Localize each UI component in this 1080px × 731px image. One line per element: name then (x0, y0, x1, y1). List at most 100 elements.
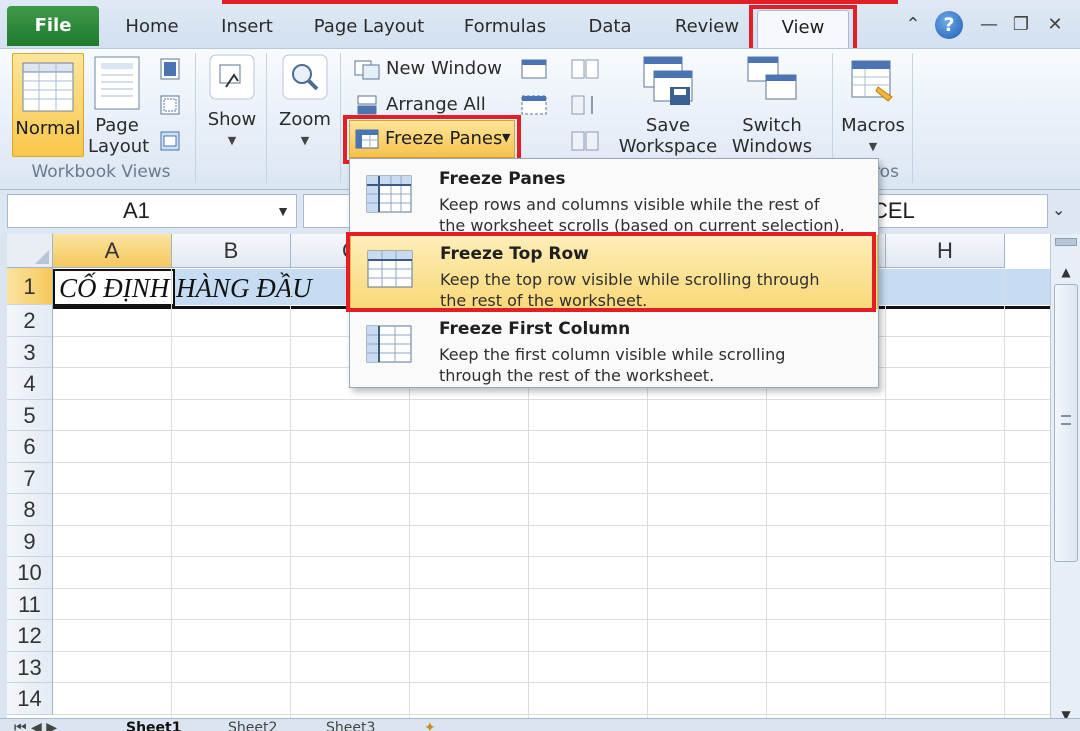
new-window-button[interactable]: New Window (354, 56, 502, 82)
normal-view-button[interactable]: Normal (12, 53, 84, 157)
name-box-value: A1 (123, 198, 150, 223)
tab-review[interactable]: Review (664, 12, 750, 42)
help-icon[interactable]: ? (935, 11, 963, 39)
page-layout-icon (94, 56, 140, 110)
hide-window-icon[interactable] (520, 93, 548, 117)
select-all-corner[interactable] (7, 234, 53, 268)
zoom-icon (282, 54, 328, 100)
save-workspace-button[interactable]: Save Workspace (618, 53, 718, 157)
sheet-nav-icon[interactable]: ⏮ ◀ ▶ (14, 721, 57, 731)
expand-formula-bar-icon[interactable]: ⌄ (1052, 200, 1065, 219)
full-screen-icon[interactable] (158, 129, 182, 153)
active-cell-border (53, 269, 175, 306)
restore-icon[interactable]: ❐ (1008, 12, 1034, 38)
arrange-all-icon (357, 95, 377, 115)
row-header[interactable]: 11 (7, 588, 53, 620)
sheet-tab-1[interactable]: Sheet1 (126, 721, 181, 731)
page-layout-view-button[interactable]: Page Layout (88, 55, 150, 157)
desc-line: through the rest of the worksheet. (439, 366, 715, 385)
tab-page-layout[interactable]: Page Layout (305, 12, 433, 42)
minimize-ribbon-icon[interactable]: ⌃ (900, 12, 926, 38)
row-header[interactable]: 8 (7, 494, 53, 526)
save-workspace-icon (643, 56, 693, 105)
tab-formulas[interactable]: Formulas (454, 12, 556, 42)
row-header[interactable]: 6 (7, 431, 53, 463)
grid-line (53, 524, 1050, 526)
menu-item-freeze-panes[interactable]: Freeze Panes Keep rows and columns visib… (350, 161, 878, 235)
grid-line (53, 493, 1050, 494)
menu-item-freeze-first-column[interactable]: Freeze First Column Keep the first colum… (350, 311, 878, 385)
switch-windows-button[interactable]: Switch Windows (722, 53, 822, 157)
name-box-dropdown-icon[interactable]: ▼ (276, 195, 290, 227)
ribbon-tab-strip: File Home Insert Page Layout Formulas Da… (0, 0, 1080, 55)
show-label: Show (207, 109, 257, 130)
column-header[interactable]: B (172, 234, 291, 268)
grid-line (171, 268, 172, 731)
sheet-tab-2[interactable]: Sheet2 (228, 721, 277, 731)
custom-views-icon[interactable] (158, 93, 182, 117)
grid-line (53, 619, 1050, 620)
grid-line (53, 587, 1050, 589)
freeze-panes-menu-desc: Keep rows and columns visible while the … (439, 194, 845, 236)
tab-home[interactable]: Home (113, 12, 191, 42)
row-header[interactable]: 1 (7, 268, 53, 305)
switch-windows-label-line2: Windows (731, 136, 813, 157)
grid-line (885, 268, 886, 731)
group-separator (912, 53, 913, 183)
macros-label: Macros (841, 115, 905, 136)
show-dropdown-icon: ▼ (227, 134, 237, 147)
freeze-panes-menu-icon (366, 175, 412, 213)
page-layout-label-line2: Layout (88, 136, 150, 157)
tab-file[interactable]: File (7, 6, 99, 46)
freeze-top-row-highlight (346, 232, 876, 312)
grid-line (53, 430, 1050, 431)
row-header[interactable]: 9 (7, 525, 53, 557)
freeze-panes-highlight (343, 115, 521, 164)
minimize-icon[interactable]: — (976, 12, 1002, 38)
split-icon[interactable] (520, 57, 548, 81)
vertical-scrollbar[interactable]: ▲ ▼ (1050, 234, 1080, 731)
scroll-grip-icon (1061, 415, 1071, 425)
row-header[interactable]: 12 (7, 620, 53, 652)
reset-window-position-icon[interactable] (570, 129, 600, 153)
tab-insert[interactable]: Insert (208, 12, 286, 42)
freeze-first-column-icon (366, 325, 412, 363)
tab-data[interactable]: Data (574, 12, 646, 42)
page-layout-label-line1: Page (95, 115, 139, 136)
row-header[interactable]: 5 (7, 399, 53, 431)
name-box[interactable]: A1 ▼ (7, 194, 297, 228)
macros-button[interactable]: Macros ▼ (838, 55, 908, 157)
scroll-thumb[interactable] (1054, 284, 1078, 562)
column-header[interactable]: H (886, 234, 1005, 268)
grid-line (53, 713, 1050, 715)
page-break-preview-icon[interactable] (158, 57, 182, 81)
column-header[interactable]: A (53, 234, 172, 268)
grid-line (53, 556, 1050, 557)
show-button[interactable]: Show ▼ (204, 53, 260, 151)
row-header[interactable]: 13 (7, 651, 53, 683)
insert-sheet-icon[interactable]: ✦ (424, 721, 436, 731)
desc-line: Keep the first column visible while scro… (439, 345, 786, 364)
macros-icon (851, 60, 893, 102)
group-separator (195, 53, 196, 183)
sheet-tab-3[interactable]: Sheet3 (326, 721, 375, 731)
new-window-label: New Window (386, 58, 502, 79)
row-header[interactable]: 10 (7, 557, 53, 589)
row-header[interactable]: 14 (7, 683, 53, 715)
freeze-first-column-title: Freeze First Column (439, 319, 631, 339)
view-side-by-side-icon[interactable] (570, 57, 600, 81)
row-header[interactable]: 3 (7, 336, 53, 368)
row-header[interactable]: 7 (7, 462, 53, 494)
group-separator (340, 53, 341, 183)
row-header[interactable]: 2 (7, 305, 53, 337)
close-icon[interactable]: ✕ (1042, 12, 1068, 38)
normal-view-label: Normal (15, 118, 81, 139)
group-separator (266, 53, 267, 183)
scroll-up-icon[interactable]: ▲ (1054, 262, 1078, 282)
zoom-button[interactable]: Zoom ▼ (276, 53, 334, 151)
arrange-all-label: Arrange All (386, 94, 486, 115)
split-box[interactable] (1055, 238, 1077, 246)
row-header[interactable]: 4 (7, 368, 53, 400)
top-highlight-mark (222, 0, 898, 4)
synchronous-scrolling-icon[interactable] (570, 93, 600, 117)
